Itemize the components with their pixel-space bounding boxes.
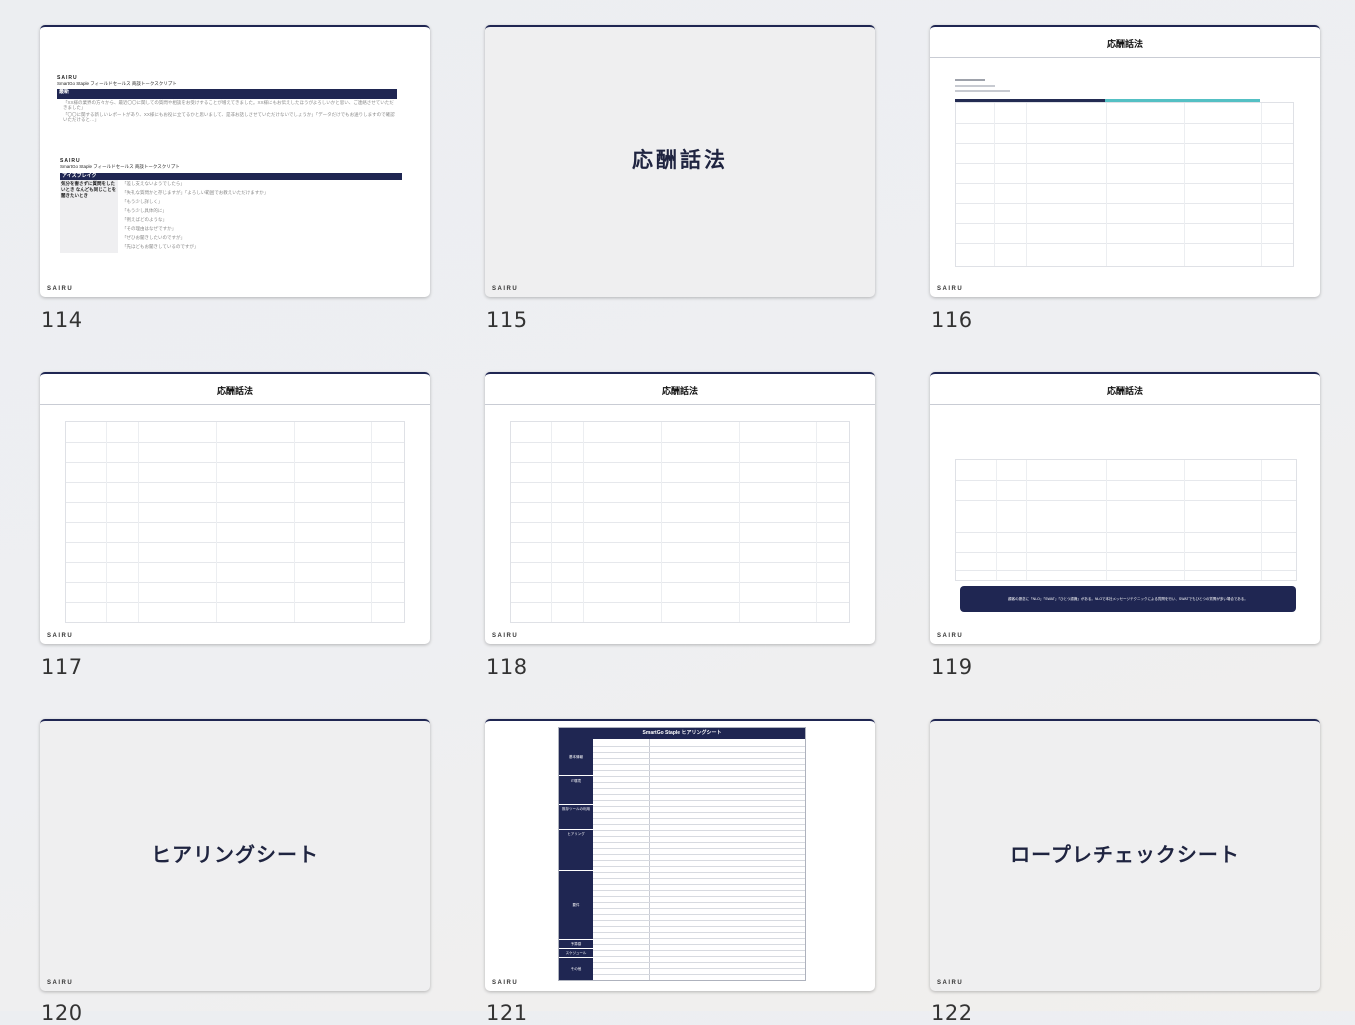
- sheet-section: 基本情報: [559, 739, 593, 775]
- slide-number: 122: [931, 1001, 973, 1025]
- slide-thumbnail-120[interactable]: ヒアリングシート SAIRU: [40, 719, 430, 991]
- slide-title: 応酬話法: [632, 148, 728, 172]
- slide-thumbnail-121[interactable]: SmartGo Staple ヒアリングシート 基本情報 IT環境 既存ツールの…: [485, 719, 875, 991]
- footer-logo: SAIRU: [937, 633, 964, 639]
- sheet-section: 要件: [559, 871, 593, 939]
- footer-logo: SAIRU: [937, 286, 964, 292]
- phrase-row: 「ぜひお聞きしたいのですが」: [122, 235, 185, 240]
- sheet-section: ヒアリング: [559, 830, 593, 870]
- slide-header: 応酬話法: [40, 374, 430, 405]
- phrase-row: 「もう少し具体的に」: [122, 208, 167, 213]
- table-note: [955, 85, 995, 87]
- phrase-row: 「先ほどもお聞きしているのですが」: [122, 244, 199, 249]
- section-bar: アイスブレイク: [60, 173, 402, 180]
- slide-number: 117: [41, 655, 83, 679]
- script-section-2: SAIRU SmartGo Staple フィールドセールス 商談トークスクリプ…: [60, 158, 402, 253]
- slide-number: 120: [41, 1001, 83, 1025]
- script-section-1: SAIRU SmartGo Staple フィールドセールス 商談トークスクリプ…: [57, 75, 397, 122]
- situation-cell: 気分を害さずに質問をしたいとき なんども同じことを聞きたいとき: [60, 180, 118, 253]
- phrase-row: 「例えばどのような」: [122, 217, 167, 222]
- slide-thumbnail-119[interactable]: 応酬話法 顧客の懸念に「NLO」「SWAT」「ひとつ認識」がある。NLOで本社メ…: [930, 372, 1320, 644]
- sheet-section: その他: [559, 958, 593, 980]
- script-subtitle: SmartGo Staple フィールドセールス 商談トークスクリプト: [60, 164, 180, 169]
- script-subtitle: SmartGo Staple フィールドセールス 商談トークスクリプト: [57, 81, 177, 86]
- script-line: 「XX様の業界の方々から、最近〇〇に関しての質問や相談をお受けすることが増えてき…: [63, 100, 394, 110]
- slide-thumbnail-117[interactable]: 応酬話法 SAIRU: [40, 372, 430, 644]
- section-bar: 最新: [57, 89, 397, 99]
- slide-number: 121: [486, 1001, 528, 1025]
- slide-header: 応酬話法: [930, 27, 1320, 58]
- table-caption: [955, 79, 985, 81]
- slide-thumbnail-122[interactable]: ロープレチェックシート SAIRU: [930, 719, 1320, 991]
- slide-header: 応酬話法: [930, 374, 1320, 405]
- objection-table: [955, 102, 1294, 267]
- footer-logo: SAIRU: [492, 633, 519, 639]
- table-note: [955, 90, 1010, 92]
- footer-logo: SAIRU: [492, 980, 519, 986]
- slide-thumbnail-116[interactable]: 応酬話法 SAIRU: [930, 25, 1320, 297]
- sheet-title: SmartGo Staple ヒアリングシート: [559, 728, 805, 739]
- footer-logo: SAIRU: [937, 980, 964, 986]
- objection-table: [510, 421, 850, 623]
- slide-number: 116: [931, 308, 973, 332]
- phrase-row: 「もう少し詳しく」: [122, 199, 163, 204]
- slide-title: ヒアリングシート: [151, 842, 319, 867]
- script-line: 「〇〇に関する新しいレポートがあり、XX様にもお役に立てるかと思いまして、是非お…: [63, 112, 395, 122]
- slide-thumbnail-114[interactable]: SAIRU SmartGo Staple フィールドセールス 商談トークスクリプ…: [40, 25, 430, 297]
- slide-number: 118: [486, 655, 528, 679]
- slide-number: 114: [41, 308, 83, 332]
- objection-table: [65, 421, 405, 623]
- sheet-section: 既存ツールの利用: [559, 805, 593, 829]
- slide-thumbnail-115[interactable]: 応酬話法 SAIRU: [485, 25, 875, 297]
- slide-title: ロープレチェックシート: [1010, 842, 1240, 867]
- key-point-banner: 顧客の懸念に「NLO」「SWAT」「ひとつ認識」がある。NLOで本社メッセージテ…: [960, 586, 1296, 612]
- slide-number: 119: [931, 655, 973, 679]
- phrase-row: 「失礼な質問かと存じますが」「よろしい範囲でお教えいただけますか」: [122, 190, 269, 195]
- slide-header: 応酬話法: [485, 374, 875, 405]
- footer-logo: SAIRU: [47, 286, 74, 292]
- phrase-row: 「差し支えないようでしたら」: [122, 181, 185, 186]
- footer-logo: SAIRU: [47, 633, 74, 639]
- slide-thumbnail-118[interactable]: 応酬話法 SAIRU: [485, 372, 875, 644]
- sheet-section: 予算感: [559, 940, 593, 948]
- sheet-section: スケジュール: [559, 949, 593, 957]
- slide-number: 115: [486, 308, 528, 332]
- footer-logo: SAIRU: [492, 286, 519, 292]
- hearing-sheet: SmartGo Staple ヒアリングシート 基本情報 IT環境 既存ツールの…: [558, 727, 806, 981]
- sheet-section: IT環境: [559, 776, 593, 804]
- phrase-row: 「その理由はなぜですか」: [122, 226, 177, 231]
- footer-logo: SAIRU: [47, 980, 74, 986]
- objection-table: [955, 459, 1297, 581]
